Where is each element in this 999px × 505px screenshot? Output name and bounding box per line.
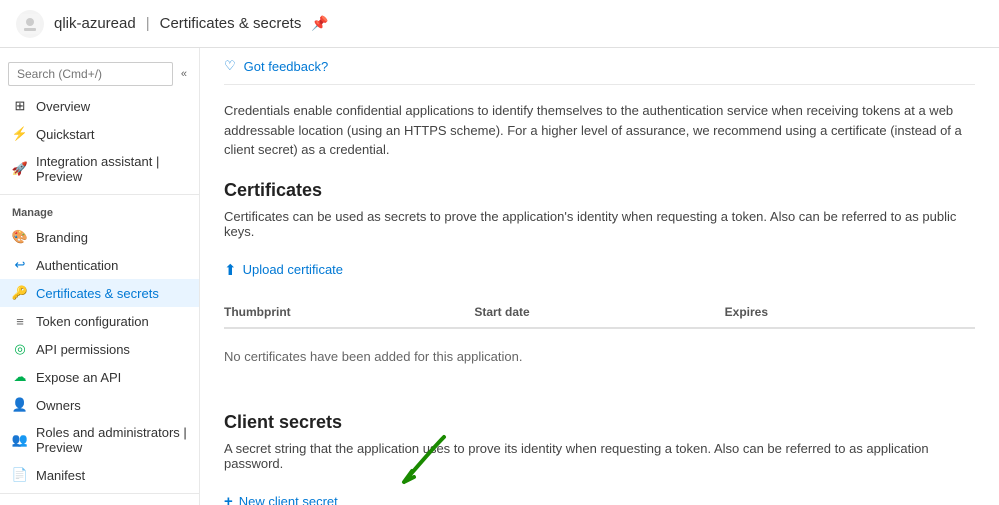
sidebar-item-manifest[interactable]: 📄 Manifest xyxy=(0,461,199,489)
client-secrets-section: Client secrets A secret string that the … xyxy=(224,412,975,505)
token-icon: ≡ xyxy=(12,313,28,329)
main-description: Credentials enable confidential applicat… xyxy=(224,101,975,160)
key-icon: 🔑 xyxy=(12,285,28,301)
new-client-secret-button[interactable]: + New client secret xyxy=(224,487,338,505)
sidebar-item-roles[interactable]: 👥 Roles and administrators | Preview xyxy=(0,419,199,461)
roles-icon: 👥 xyxy=(12,432,28,448)
sidebar-item-owners[interactable]: 👤 Owners xyxy=(0,391,199,419)
manifest-icon: 📄 xyxy=(12,467,28,483)
header: qlik-azuread | Certificates & secrets 📌 xyxy=(0,0,999,48)
sidebar-item-authentication[interactable]: ↩ Authentication xyxy=(0,251,199,279)
rocket-icon: 🚀 xyxy=(12,161,28,177)
certificates-table-header: Thumbprint Start date Expires xyxy=(224,297,975,329)
certificates-desc: Certificates can be used as secrets to p… xyxy=(224,209,975,239)
grid-icon: ⊞ xyxy=(12,98,28,114)
col-expires: Expires xyxy=(725,305,975,319)
header-app-name: qlik-azuread | Certificates & secrets xyxy=(54,15,301,32)
sidebar-item-quickstart[interactable]: ⚡ Quickstart xyxy=(0,120,199,148)
main-content: ♡ Got feedback? Credentials enable confi… xyxy=(200,48,999,505)
col-start-date: Start date xyxy=(474,305,724,319)
manage-section-label: Manage xyxy=(0,199,199,223)
collapse-btn[interactable]: « xyxy=(177,66,191,82)
client-secrets-title: Client secrets xyxy=(224,412,975,433)
sidebar-item-expose-api[interactable]: ☁ Expose an API xyxy=(0,363,199,391)
support-section-label: Support + Troubleshooting xyxy=(0,498,199,505)
sidebar-item-api-permissions[interactable]: ◎ API permissions xyxy=(0,335,199,363)
api-icon: ◎ xyxy=(12,341,28,357)
search-row: « xyxy=(0,56,199,92)
main-layout: « ⊞ Overview ⚡ Quickstart 🚀 Integration … xyxy=(0,48,999,505)
sidebar-item-token-config[interactable]: ≡ Token configuration xyxy=(0,307,199,335)
search-input[interactable] xyxy=(8,62,173,86)
pin-icon[interactable]: 📌 xyxy=(311,15,328,32)
sidebar-item-branding[interactable]: 🎨 Branding xyxy=(0,223,199,251)
auth-icon: ↩ xyxy=(12,257,28,273)
quickstart-icon: ⚡ xyxy=(12,126,28,142)
sidebar-item-certificates[interactable]: 🔑 Certificates & secrets xyxy=(0,279,199,307)
sidebar: « ⊞ Overview ⚡ Quickstart 🚀 Integration … xyxy=(0,48,200,505)
expose-icon: ☁ xyxy=(12,369,28,385)
col-thumbprint: Thumbprint xyxy=(224,305,474,319)
upload-certificate-button[interactable]: ⬆ Upload certificate xyxy=(224,255,343,285)
manage-divider xyxy=(0,194,199,195)
sidebar-item-integration-assistant[interactable]: 🚀 Integration assistant | Preview xyxy=(0,148,199,190)
app-logo xyxy=(16,10,44,38)
support-divider xyxy=(0,493,199,494)
certificates-section: Certificates Certificates can be used as… xyxy=(224,180,975,380)
branding-icon: 🎨 xyxy=(12,229,28,245)
feedback-bar: ♡ Got feedback? xyxy=(224,48,975,85)
client-secrets-desc: A secret string that the application use… xyxy=(224,441,975,471)
owners-icon: 👤 xyxy=(12,397,28,413)
sidebar-item-overview[interactable]: ⊞ Overview xyxy=(0,92,199,120)
certificates-title: Certificates xyxy=(224,180,975,201)
plus-icon: + xyxy=(224,493,233,505)
feedback-heart-icon: ♡ xyxy=(224,58,236,74)
feedback-text[interactable]: Got feedback? xyxy=(244,59,329,74)
upload-icon: ⬆ xyxy=(224,261,237,279)
certificates-empty-msg: No certificates have been added for this… xyxy=(224,333,975,380)
